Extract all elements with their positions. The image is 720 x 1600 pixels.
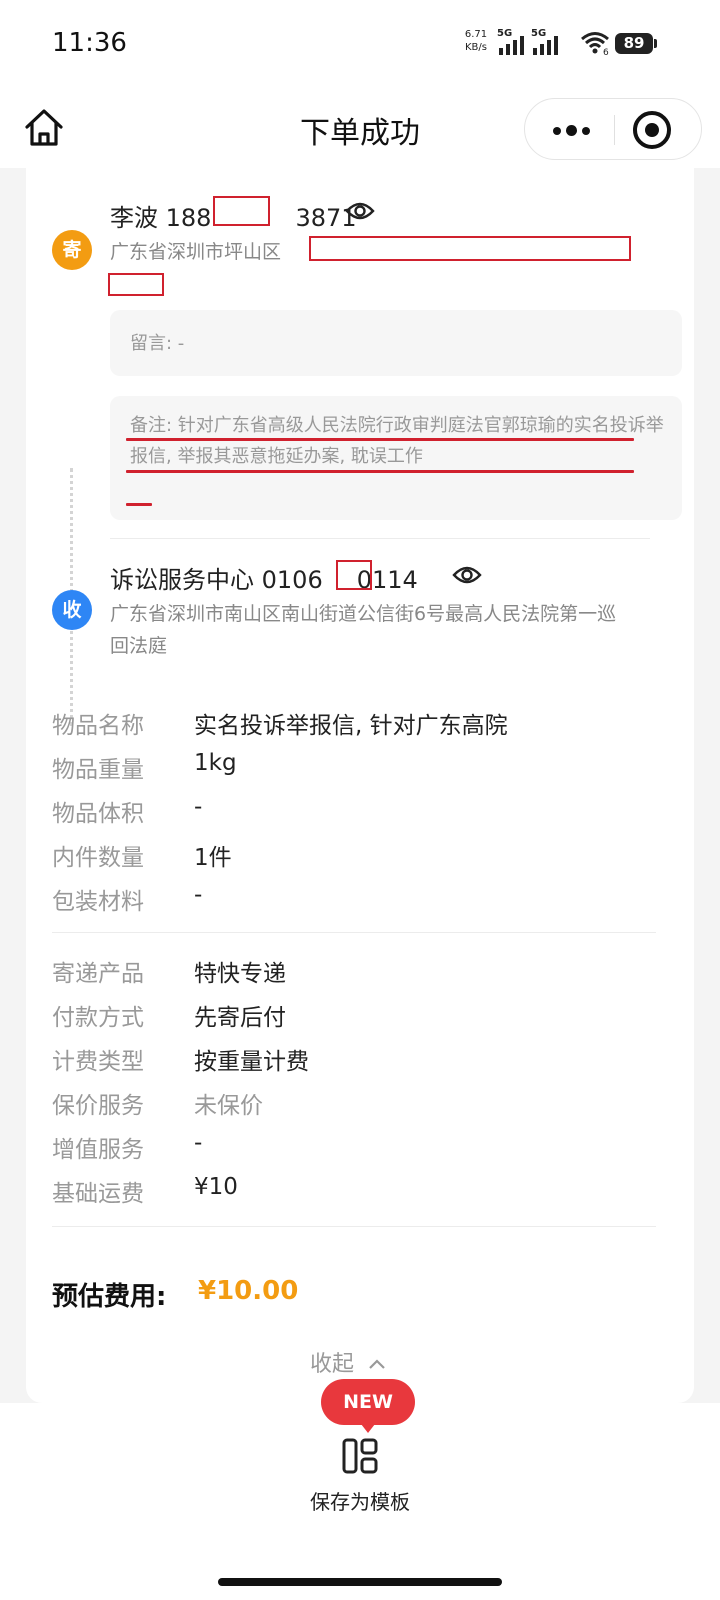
close-miniprogram-icon[interactable] xyxy=(633,111,671,149)
more-dot-icon xyxy=(566,125,577,136)
receiver-badge: 收 xyxy=(52,590,92,630)
packaging-label: 包装材料 xyxy=(52,889,144,915)
item-weight-label: 物品重量 xyxy=(52,757,144,783)
divider xyxy=(110,538,650,539)
template-icon[interactable] xyxy=(342,1438,378,1474)
packaging-value: - xyxy=(194,882,203,908)
collapse-label: 收起 xyxy=(310,1352,355,1377)
item-volume-value: - xyxy=(194,794,203,820)
base-fee-label: 基础运费 xyxy=(52,1181,144,1207)
estimate-value: ¥10.00 xyxy=(198,1276,299,1306)
payment-method-value: 先寄后付 xyxy=(194,1005,286,1031)
annotation-underline xyxy=(126,438,634,441)
home-icon[interactable] xyxy=(22,106,66,150)
miniprogram-capsule xyxy=(524,98,702,160)
capsule-divider xyxy=(614,115,615,145)
chevron-up-icon xyxy=(369,1359,385,1369)
receiver-name: 诉讼服务中心 xyxy=(110,566,254,594)
wifi-sub-label: 6 xyxy=(603,48,609,56)
battery-indicator: 89 xyxy=(615,33,657,54)
item-name-label: 物品名称 xyxy=(52,713,144,739)
network-speed-value: 6.71 xyxy=(464,29,488,40)
item-name-value: 实名投诉举报信, 针对广东高院 xyxy=(194,713,508,739)
sender-name: 李波 xyxy=(110,204,158,232)
more-dot-icon xyxy=(582,127,590,135)
payment-method-label: 付款方式 xyxy=(52,1005,144,1031)
insurance-value: 未保价 xyxy=(194,1093,263,1119)
sender-remark: 备注: 针对广东省高级人民法院行政审判庭法官郭琼瑜的实名投诉举报信, 举报其恶意… xyxy=(130,415,664,467)
sender-message: 留言: - xyxy=(130,333,185,354)
more-menu-button[interactable] xyxy=(535,99,605,161)
billing-type-label: 计费类型 xyxy=(52,1049,144,1075)
base-fee-value: ¥10 xyxy=(194,1174,238,1200)
status-bar: 11:36 6.71 KB/s 5G 5G 6 89 xyxy=(0,0,720,90)
redaction-box xyxy=(309,236,631,261)
sender-badge: 寄 xyxy=(52,230,92,270)
redaction-box xyxy=(213,196,270,226)
network-speed-unit: KB/s xyxy=(465,42,487,53)
collapse-button[interactable]: 收起 xyxy=(310,1346,387,1378)
item-volume-label: 物品体积 xyxy=(52,801,144,827)
insurance-label: 保价服务 xyxy=(52,1093,144,1119)
receiver-phone-prefix: 0106 xyxy=(261,566,323,594)
message-box: 留言: - xyxy=(110,310,682,376)
receiver-address: 广东省深圳市南山区南山街道公信街6号最高人民法院第一巡回法庭 xyxy=(110,603,617,657)
page-title: 下单成功 xyxy=(300,116,420,151)
sender-phone-prefix: 188 xyxy=(165,204,212,232)
sender-address: 广东省深圳市坪山区 xyxy=(110,241,282,263)
remark-box: 备注: 针对广东省高级人民法院行政审判庭法官郭琼瑜的实名投诉举报信, 举报其恶意… xyxy=(110,396,682,520)
network-speed: 6.71 KB/s xyxy=(460,28,492,54)
redaction-box xyxy=(336,560,372,590)
item-weight-value: 1kg xyxy=(194,750,237,776)
value-added-value: - xyxy=(194,1130,203,1156)
product-label: 寄递产品 xyxy=(52,961,144,987)
divider xyxy=(52,932,656,933)
divider xyxy=(52,1226,656,1227)
home-indicator[interactable] xyxy=(218,1578,502,1586)
more-dot-icon xyxy=(553,127,561,135)
new-badge: NEW xyxy=(321,1379,415,1433)
value-added-label: 增值服务 xyxy=(52,1137,144,1163)
redaction-box xyxy=(108,273,164,296)
estimate-label: 预估费用: xyxy=(52,1282,167,1312)
annotation-underline xyxy=(126,470,634,473)
eye-icon[interactable] xyxy=(345,200,375,222)
save-template-button[interactable]: 保存为模板 xyxy=(290,1486,430,1515)
eye-icon[interactable] xyxy=(452,564,482,586)
billing-type-value: 按重量计费 xyxy=(194,1049,309,1075)
annotation-underline xyxy=(126,503,152,506)
item-count-value: 1件 xyxy=(194,845,232,871)
item-count-label: 内件数量 xyxy=(52,845,144,871)
nav-bar: 下单成功 xyxy=(0,90,720,168)
product-value: 特快专递 xyxy=(194,961,286,987)
order-card: 寄 李波 188 3871 广东省深圳市坪山区 留言: - 备注: 针对广东省高级… xyxy=(26,168,694,1403)
status-time: 11:36 xyxy=(52,28,127,58)
wifi-icon: 6 xyxy=(581,32,609,56)
